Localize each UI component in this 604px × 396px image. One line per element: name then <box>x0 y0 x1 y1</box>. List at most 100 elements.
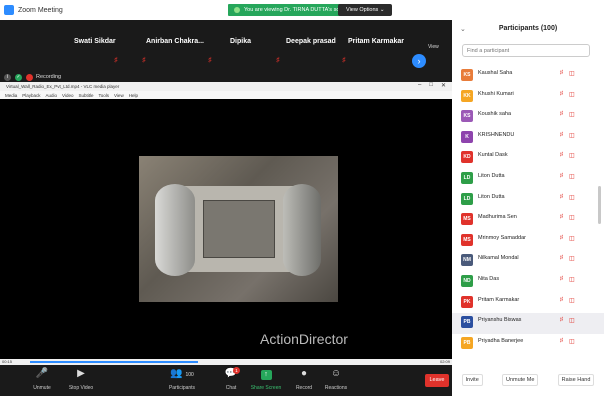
screen-share-banner: You are viewing Dr. TIRNA DUTTA's screen <box>228 4 357 16</box>
menu-video[interactable]: Video <box>62 93 73 98</box>
reactions-icon: ☺ <box>330 368 342 379</box>
video-off-icon[interactable]: ◫ <box>569 317 575 324</box>
next-page-icon[interactable]: › <box>412 54 426 68</box>
participant-row[interactable]: MS Madhurima Sen ♯ ◫ <box>452 210 604 231</box>
video-off-icon[interactable]: ◫ <box>569 235 575 242</box>
video-off-icon[interactable]: ◫ <box>569 70 575 77</box>
invite-button[interactable]: Invite <box>461 374 483 386</box>
video-frame-image <box>139 156 338 302</box>
mic-muted-icon[interactable]: ♯ <box>560 214 563 220</box>
participant-name: Dipika <box>230 38 252 45</box>
chat-button[interactable]: 💬 1 Chat <box>211 367 251 391</box>
avatar: LD <box>461 171 473 184</box>
participant-name: Khushi Kumari <box>478 90 514 97</box>
seek-progress-fill <box>30 361 198 363</box>
participant-name: Anirban Chakra... <box>146 38 204 45</box>
participants-count: 100 <box>185 372 194 378</box>
video-off-icon[interactable]: ◫ <box>569 91 575 98</box>
unmute-label: Unmute <box>33 385 51 391</box>
unmute-me-button[interactable]: Unmute Me <box>501 374 539 386</box>
menu-subtitle[interactable]: Subtitle <box>78 93 93 98</box>
vlc-close-button[interactable]: ✕ <box>441 82 446 89</box>
mic-muted-icon[interactable]: ♯ <box>560 91 563 97</box>
raise-hand-button[interactable]: Raise Hand <box>557 374 595 386</box>
video-off-icon[interactable]: ◫ <box>569 276 575 283</box>
avatar: MS <box>461 233 473 246</box>
mic-muted-icon[interactable]: ♯ <box>560 276 563 282</box>
participant-row[interactable]: LD Liton Dutta ♯ ◫ <box>452 190 604 211</box>
participants-button[interactable]: 👥 100 Participants <box>162 368 202 391</box>
window-title: Zoom Meeting <box>18 6 63 14</box>
participant-row[interactable]: KS Kaushal Saha ♯ ◫ <box>452 66 604 87</box>
avatar: MS <box>461 213 473 226</box>
mic-muted-icon: ♯ <box>142 57 146 64</box>
participant-name: Koushik saha <box>478 111 512 118</box>
video-off-icon[interactable]: ◫ <box>569 194 575 201</box>
vlc-menubar: Media Playback Audio Video Subtitle Tool… <box>0 91 452 99</box>
stop-video-label: Stop Video <box>68 385 94 391</box>
participant-list-scrollbar[interactable] <box>598 186 601 224</box>
mic-muted-icon[interactable]: ♯ <box>560 297 563 303</box>
mic-muted-icon[interactable]: ♯ <box>560 132 563 138</box>
participant-name: Deepak prasad <box>286 38 336 45</box>
zoom-app-icon <box>4 5 14 15</box>
menu-media[interactable]: Media <box>5 93 17 98</box>
mic-muted-icon[interactable]: ♯ <box>560 317 563 323</box>
video-camera-icon: ▶ <box>77 368 85 379</box>
view-options-button[interactable]: View Options ⌄ <box>338 4 393 16</box>
share-indicator-icon <box>234 7 240 13</box>
menu-help[interactable]: Help <box>129 93 138 98</box>
unmute-button[interactable]: 🎤 Unmute <box>22 368 62 391</box>
view-button[interactable]: View <box>428 44 439 50</box>
reactions-button[interactable]: ☺ Reactions <box>316 368 356 391</box>
mic-muted-icon[interactable]: ♯ <box>560 152 563 158</box>
mic-muted-icon[interactable]: ♯ <box>560 111 563 117</box>
participant-row[interactable]: KD Kuntal Dask ♯ ◫ <box>452 148 604 169</box>
mic-muted-icon[interactable]: ♯ <box>560 235 563 241</box>
mic-muted-icon[interactable]: ♯ <box>560 194 563 200</box>
mic-muted-icon[interactable]: ♯ <box>560 173 563 179</box>
participant-search-input[interactable] <box>462 44 590 57</box>
participant-row[interactable]: PK Pritam Karmakar ♯ ◫ <box>452 293 604 314</box>
participants-panel: ⌄ Participants (100) KS Kaushal Saha ♯ ◫… <box>452 0 604 396</box>
participant-name: Mrinmoy Samaddar <box>478 234 526 241</box>
menu-playback[interactable]: Playback <box>22 93 40 98</box>
security-shield-icon[interactable]: ✓ <box>15 73 22 81</box>
mic-muted-icon[interactable]: ♯ <box>560 255 563 261</box>
video-off-icon[interactable]: ◫ <box>569 152 575 159</box>
recording-label: Recording <box>36 74 62 80</box>
participants-icon: 👥 100 <box>170 368 194 379</box>
participant-row[interactable]: ND Nita Das ♯ ◫ <box>452 272 604 293</box>
left-wheel <box>155 184 195 276</box>
participant-row[interactable]: PB Priyadha Banerjee ♯ ◫ <box>452 334 604 355</box>
participant-name: Pritam Karmakar <box>348 38 405 45</box>
video-off-icon[interactable]: ◫ <box>569 173 575 180</box>
menu-tools[interactable]: Tools <box>99 93 110 98</box>
menu-audio[interactable]: Audio <box>46 93 58 98</box>
vlc-maximize-button[interactable]: □ <box>429 82 433 89</box>
participant-row[interactable]: KS Koushik saha ♯ ◫ <box>452 107 604 128</box>
participant-row[interactable]: NM Nilkamal Mondal ♯ ◫ <box>452 251 604 272</box>
mic-muted-icon[interactable]: ♯ <box>560 70 563 76</box>
participant-row[interactable]: LD Liton Dutta ♯ ◫ <box>452 169 604 190</box>
participant-row[interactable]: PB Priyanshu Biswas ♯ ◫ <box>452 313 604 334</box>
share-screen-button[interactable]: ↑ Share Screen <box>246 368 286 391</box>
video-off-icon[interactable]: ◫ <box>569 132 575 139</box>
video-off-icon[interactable]: ◫ <box>569 297 575 304</box>
info-icon[interactable]: i <box>4 73 11 81</box>
participant-name: Kaushal Saha <box>478 70 513 76</box>
leave-button[interactable]: Leave <box>425 374 449 387</box>
menu-view[interactable]: View <box>114 93 124 98</box>
mic-muted-icon[interactable]: ♯ <box>560 338 563 344</box>
participant-row[interactable]: MS Mrinmoy Samaddar ♯ ◫ <box>452 231 604 252</box>
video-off-icon[interactable]: ◫ <box>569 255 575 262</box>
video-off-icon[interactable]: ◫ <box>569 338 575 345</box>
participant-row[interactable]: K KRISHNENDU ♯ ◫ <box>452 128 604 149</box>
vlc-window-title: Virtual_Wall_Radio_Ex_Pvt_Ltd.mp4 - VLC … <box>6 84 120 89</box>
video-off-icon[interactable]: ◫ <box>569 214 575 221</box>
time-elapsed: 00:15 <box>2 359 13 364</box>
participant-row[interactable]: KK Khushi Kumari ♯ ◫ <box>452 87 604 108</box>
stop-video-button[interactable]: ▶ Stop Video <box>61 368 101 391</box>
video-off-icon[interactable]: ◫ <box>569 111 575 118</box>
vlc-minimize-button[interactable]: – <box>418 82 421 89</box>
